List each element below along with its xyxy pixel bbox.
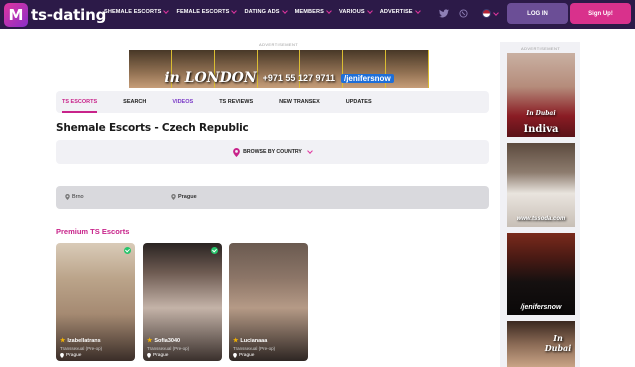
tab-videos[interactable]: VIDEOS [172,91,193,113]
chevron-down-icon [307,148,313,154]
nav-shemale-escorts[interactable]: SHEMALE ESCORTS [104,8,170,15]
city-link-prague[interactable]: Prague [171,194,197,200]
map-pin-icon [65,194,70,200]
section-tabs: TS ESCORTS SEARCH VIDEOS TS REVIEWS NEW … [56,91,489,113]
chevron-down-icon [414,8,421,14]
card-location: Prague [153,353,169,358]
chevron-down-icon [493,9,499,16]
language-selector[interactable] [482,9,499,18]
browse-by-country-button[interactable]: BROWSE BY COUNTRY [56,140,489,164]
chevron-down-icon [366,8,373,14]
side-ad-bottom-text: www.tssoda.com [516,216,566,222]
chevron-down-icon [281,8,288,14]
map-pin-icon [171,194,176,200]
social-links [438,8,469,19]
verified-icon [124,247,131,254]
city-name: Brno [72,194,84,200]
nav-female-escorts[interactable]: FEMALE ESCORTS [176,8,238,15]
tab-new-transex[interactable]: NEW TRANSEX [279,91,320,113]
tab-updates[interactable]: UPDATES [346,91,372,113]
side-ad-top-text: In Dubai [526,110,556,117]
star-icon: ★ [60,338,66,344]
chevron-down-icon [231,8,238,14]
city-filter-bar: Brno Prague [56,186,489,209]
card-name: Izabellatrans [67,337,101,344]
page-title: Shemale Escorts - Czech Republic [56,122,249,134]
map-pin-icon [60,353,64,358]
banner-phone: +971 55 127 9711 [262,73,335,83]
browse-label: BROWSE BY COUNTRY [243,149,302,155]
nav-members[interactable]: MEMBERS [294,8,332,15]
nav-dating-ads[interactable]: DATING ADS [244,8,288,15]
map-pin-icon [233,147,240,157]
twitter-icon[interactable] [438,8,449,19]
premium-section-title: Premium TS Escorts [56,227,130,236]
banner-handle: /jenifersnow [340,73,394,83]
ad-label: ADVERTISEMENT [521,46,561,51]
nav-various[interactable]: VARIOUS [338,8,373,15]
verified-icon [211,247,218,254]
nav-label: DATING ADS [244,9,280,15]
main-nav: SHEMALE ESCORTS FEMALE ESCORTS DATING AD… [104,8,428,15]
login-button[interactable]: LOG IN [507,3,568,24]
logo-mark: M [4,2,28,27]
card-name: Lucianaaa [240,337,268,344]
sidebar-ad-1[interactable]: In Dubai Indiva [507,53,575,137]
sidebar-ad-2[interactable]: www.tssoda.com [507,143,575,227]
card-type: Transsexual (Pre-op) [147,346,190,351]
star-icon: ★ [147,338,153,344]
chevron-down-icon [326,8,332,14]
tab-ts-escorts[interactable]: TS ESCORTS [62,91,98,113]
star-icon: ★ [233,338,239,344]
card-type: Transsexual (Pre-op) [60,346,103,351]
side-ad-bottom-text: Indiva [523,124,559,135]
city-name: Prague [178,194,197,200]
ad-label: ADVERTISEMENT [259,42,299,47]
card-info: ★ Lucianaaa Transsexual (Pre-op) Prague [233,337,304,358]
banner-city: in LONDON [164,70,257,86]
escort-card[interactable]: ★ Lucianaaa Transsexual (Pre-op) Prague [229,243,308,361]
banner-text: in LONDON +971 55 127 9711 /jenifersnow [129,70,429,86]
card-location: Prague [239,353,255,358]
escort-card[interactable]: ★ Izabellatrans Transsexual (Pre-op) Prag… [56,243,135,361]
sidebar-ad-3[interactable]: /jenifersnow [507,233,575,315]
tab-search[interactable]: SEARCH [123,91,146,113]
logo-text: ts-dating [31,5,107,24]
nav-label: VARIOUS [338,9,365,15]
chevron-down-icon [163,8,170,14]
site-logo[interactable]: M ts-dating [4,2,106,27]
map-pin-icon [233,353,237,358]
nav-label: MEMBERS [294,9,324,15]
side-ad-bottom-text: /jenifersnow [520,304,562,311]
nav-label: FEMALE ESCORTS [176,9,230,15]
flag-us-icon [482,9,491,18]
top-banner-ad[interactable]: in LONDON +971 55 127 9711 /jenifersnow [129,50,429,88]
card-type: Transsexual (Pre-op) [233,346,276,351]
side-ad-top-text: In Dubai [544,333,572,353]
top-navigation-bar: M ts-dating SHEMALE ESCORTS FEMALE ESCOR… [0,0,635,29]
signup-button[interactable]: Sign Up! [570,3,631,24]
whatsapp-icon[interactable] [458,8,469,19]
tab-ts-reviews[interactable]: TS REVIEWS [219,91,253,113]
nav-advertise[interactable]: ADVERTISE [379,8,421,15]
nav-label: ADVERTISE [379,9,413,15]
city-link-brno[interactable]: Brno [65,194,84,200]
escort-card[interactable]: ★ Sofia3040 Transsexual (Pre-op) Prague [143,243,222,361]
sidebar-ad-4[interactable]: In Dubai [507,321,575,367]
card-info: ★ Sofia3040 Transsexual (Pre-op) Prague [147,337,218,358]
card-info: ★ Izabellatrans Transsexual (Pre-op) Prag… [60,337,131,358]
card-location: Prague [66,353,82,358]
map-pin-icon [147,353,151,358]
nav-label: SHEMALE ESCORTS [104,9,162,15]
card-name: Sofia3040 [154,337,181,344]
